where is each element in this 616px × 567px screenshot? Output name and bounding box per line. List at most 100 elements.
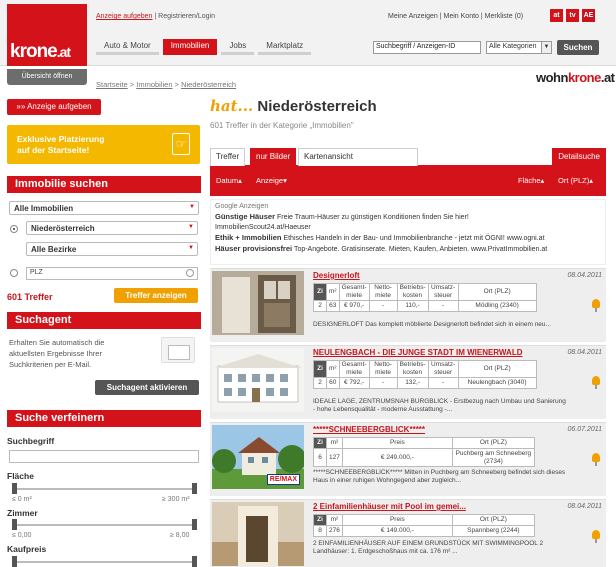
- region-radio[interactable]: [10, 225, 18, 233]
- area-slider-min-handle[interactable]: [12, 483, 17, 494]
- krone-logo[interactable]: krone.at: [7, 4, 87, 66]
- overview-button[interactable]: Übersicht öffnen: [7, 69, 87, 85]
- price-slider-max-handle[interactable]: [192, 556, 197, 567]
- sort-date[interactable]: Datum▴: [216, 176, 242, 185]
- ad-text: Ethisches Handeln in der Bau- und Immobi…: [283, 235, 505, 242]
- price-slider-min-handle[interactable]: [12, 556, 17, 567]
- map-pin-icon[interactable]: [592, 299, 600, 312]
- ad-url[interactable]: www.ogni.at: [507, 235, 545, 242]
- map-pin-icon[interactable]: [592, 530, 600, 543]
- listing-photo[interactable]: [212, 502, 304, 566]
- rooms-slider[interactable]: [12, 519, 197, 530]
- nav-immobilien[interactable]: Immobilien: [162, 39, 218, 55]
- sort-area[interactable]: Fläche▴: [518, 176, 544, 185]
- map-pin-icon[interactable]: [592, 453, 600, 466]
- col-header: Ort (PLZ): [451, 514, 535, 526]
- ae-icon[interactable]: AE: [582, 9, 595, 22]
- area-value: 60: [326, 377, 340, 389]
- tab-detailsuche[interactable]: Detailsuche: [552, 148, 606, 166]
- nav-jobs[interactable]: Jobs: [221, 39, 255, 55]
- account-links[interactable]: Meine Anzeigen | Mein Konto | Merkliste …: [388, 13, 523, 20]
- price-slider[interactable]: [12, 556, 197, 567]
- tab-kartenansicht[interactable]: Kartenansicht: [298, 148, 418, 166]
- breadcrumb-separator: >: [127, 80, 137, 89]
- listing-photo[interactable]: [212, 348, 304, 412]
- ad-item[interactable]: Günstige Häuser Freie Traum-Häuser zu gü…: [215, 212, 601, 233]
- listing-title[interactable]: *****SCHNEEBERGBLICK*****: [313, 425, 425, 434]
- ad-url[interactable]: ImmobilienScout24.at/Haeuser: [215, 224, 311, 231]
- breadcrumb-region[interactable]: Niederösterreich: [181, 80, 236, 89]
- cell-value: 110,-: [396, 300, 429, 312]
- site-header: [0, 0, 616, 66]
- tab-treffer[interactable]: Treffer: [210, 148, 246, 166]
- wohn-suffix: .at: [600, 70, 615, 85]
- map-pin-icon[interactable]: [592, 376, 600, 389]
- ad-title[interactable]: Günstige Häuser: [215, 212, 275, 221]
- envelope-icon: [161, 337, 195, 363]
- area-value: 276: [326, 525, 343, 537]
- listing-title[interactable]: Designerloft: [313, 271, 360, 280]
- col-header: Netto-miete: [368, 283, 398, 301]
- cell-value: Spannberg (2244): [451, 525, 535, 537]
- plz-radio[interactable]: [10, 269, 18, 277]
- rooms-slider-min-handle[interactable]: [12, 519, 17, 530]
- krone-word: krone: [567, 70, 601, 85]
- property-type-select[interactable]: Alle Immobilien ▼: [9, 201, 199, 215]
- ad-title[interactable]: Ethik + Immobilien: [215, 233, 281, 242]
- ad-text: Top-Angebote. Gratisinserate. Mieten, Ka…: [293, 246, 470, 253]
- listing-row[interactable]: 2 Einfamilienhäuser mit Pool im gemei...…: [210, 499, 606, 567]
- rooms-value: 8: [313, 525, 327, 537]
- listing-details: Zi m² Gesamt-miete Netto-miete Betriebs-kost…: [313, 283, 537, 312]
- area-slider-max-handle[interactable]: [192, 483, 197, 494]
- area-slider[interactable]: [12, 483, 197, 494]
- tv-icon[interactable]: tv: [566, 9, 579, 22]
- search-input[interactable]: Suchbegriff / Anzeigen-ID: [373, 41, 481, 54]
- show-hits-button[interactable]: Treffer anzeigen: [114, 288, 198, 303]
- post-ad-top-link[interactable]: Anzeige aufgeben: [96, 13, 152, 20]
- col-header: Betriebs-kosten: [396, 283, 429, 301]
- area-header: m²: [326, 514, 343, 526]
- listing-photo[interactable]: [212, 271, 304, 335]
- ad-item[interactable]: Häuser provisionsfrei Top-Angebote. Grat…: [215, 244, 601, 255]
- region-select[interactable]: Niederösterreich ▼: [26, 221, 198, 235]
- breadcrumb-immobilien[interactable]: Immobilien: [136, 80, 172, 89]
- title-prefix: hat...: [210, 97, 254, 115]
- logo-suffix: .at: [56, 44, 71, 60]
- nav-marktplatz[interactable]: Marktplatz: [258, 39, 312, 55]
- rooms-slider-max-handle[interactable]: [192, 519, 197, 530]
- ad-url[interactable]: www.PrivatImmobilien.at: [471, 246, 547, 253]
- sort-location[interactable]: Ort (PLZ)▴: [558, 176, 593, 185]
- plz-input[interactable]: PLZ: [26, 267, 198, 280]
- ad-item[interactable]: Ethik + Immobilien Ethisches Handeln in …: [215, 233, 601, 244]
- keyword-input[interactable]: [9, 450, 199, 463]
- cell-value: -: [427, 377, 459, 389]
- category-select[interactable]: Alle Kategorien ▼: [486, 41, 552, 54]
- search-button[interactable]: Suchen: [557, 40, 599, 55]
- district-select[interactable]: Alle Bezirke ▼: [26, 242, 198, 256]
- ad-title[interactable]: Häuser provisionsfrei: [215, 244, 292, 253]
- nav-auto-motor[interactable]: Auto & Motor: [96, 39, 159, 55]
- register-login-link[interactable]: Registrieren/Login: [158, 13, 215, 20]
- activate-agent-button[interactable]: Suchagent aktivieren: [95, 380, 199, 395]
- listing-title[interactable]: 2 Einfamilienhäuser mit Pool im gemei...: [313, 502, 466, 511]
- post-ad-button[interactable]: »» Anzeige aufgeben: [7, 99, 101, 115]
- sort-ad[interactable]: Anzeige▾: [256, 176, 287, 185]
- tab-nur-bilder[interactable]: nur Bilder: [250, 148, 297, 166]
- listing-row[interactable]: Designerloft 08.04.2011 Zi m² Gesamt-miete…: [210, 268, 606, 342]
- listing-title[interactable]: NEULENGBACH - DIE JUNGE STADT IM WIENERW…: [313, 348, 522, 357]
- pointer-hand-icon: ☞: [172, 133, 190, 155]
- promo-banner[interactable]: Exklusive Platzierung auf der Startseite!…: [7, 125, 200, 164]
- listing-row[interactable]: RE/MAX *****SCHNEEBERGBLICK***** 06.07.2…: [210, 422, 606, 496]
- listing-row[interactable]: NEULENGBACH - DIE JUNGE STADT IM WIENERW…: [210, 345, 606, 419]
- listing-photo[interactable]: RE/MAX: [212, 425, 304, 489]
- wohnkrone-logo[interactable]: wohnkrone.at: [536, 70, 615, 85]
- at-icon[interactable]: at: [550, 9, 563, 22]
- col-header: Gesamt-miete: [338, 360, 370, 378]
- chevron-down-icon: ▼: [189, 204, 195, 210]
- listing-date: 06.07.2011: [567, 426, 602, 433]
- rooms-icon: Zi: [313, 360, 327, 378]
- listing-description: 2 EINFAMILIENHÄUSER AUF EINEM GRUNDSTÜCK…: [313, 540, 544, 555]
- wohn-word: wohn: [536, 70, 568, 85]
- breadcrumb-home[interactable]: Startseite: [96, 80, 128, 89]
- cell-value: € 249.000,-: [341, 448, 453, 467]
